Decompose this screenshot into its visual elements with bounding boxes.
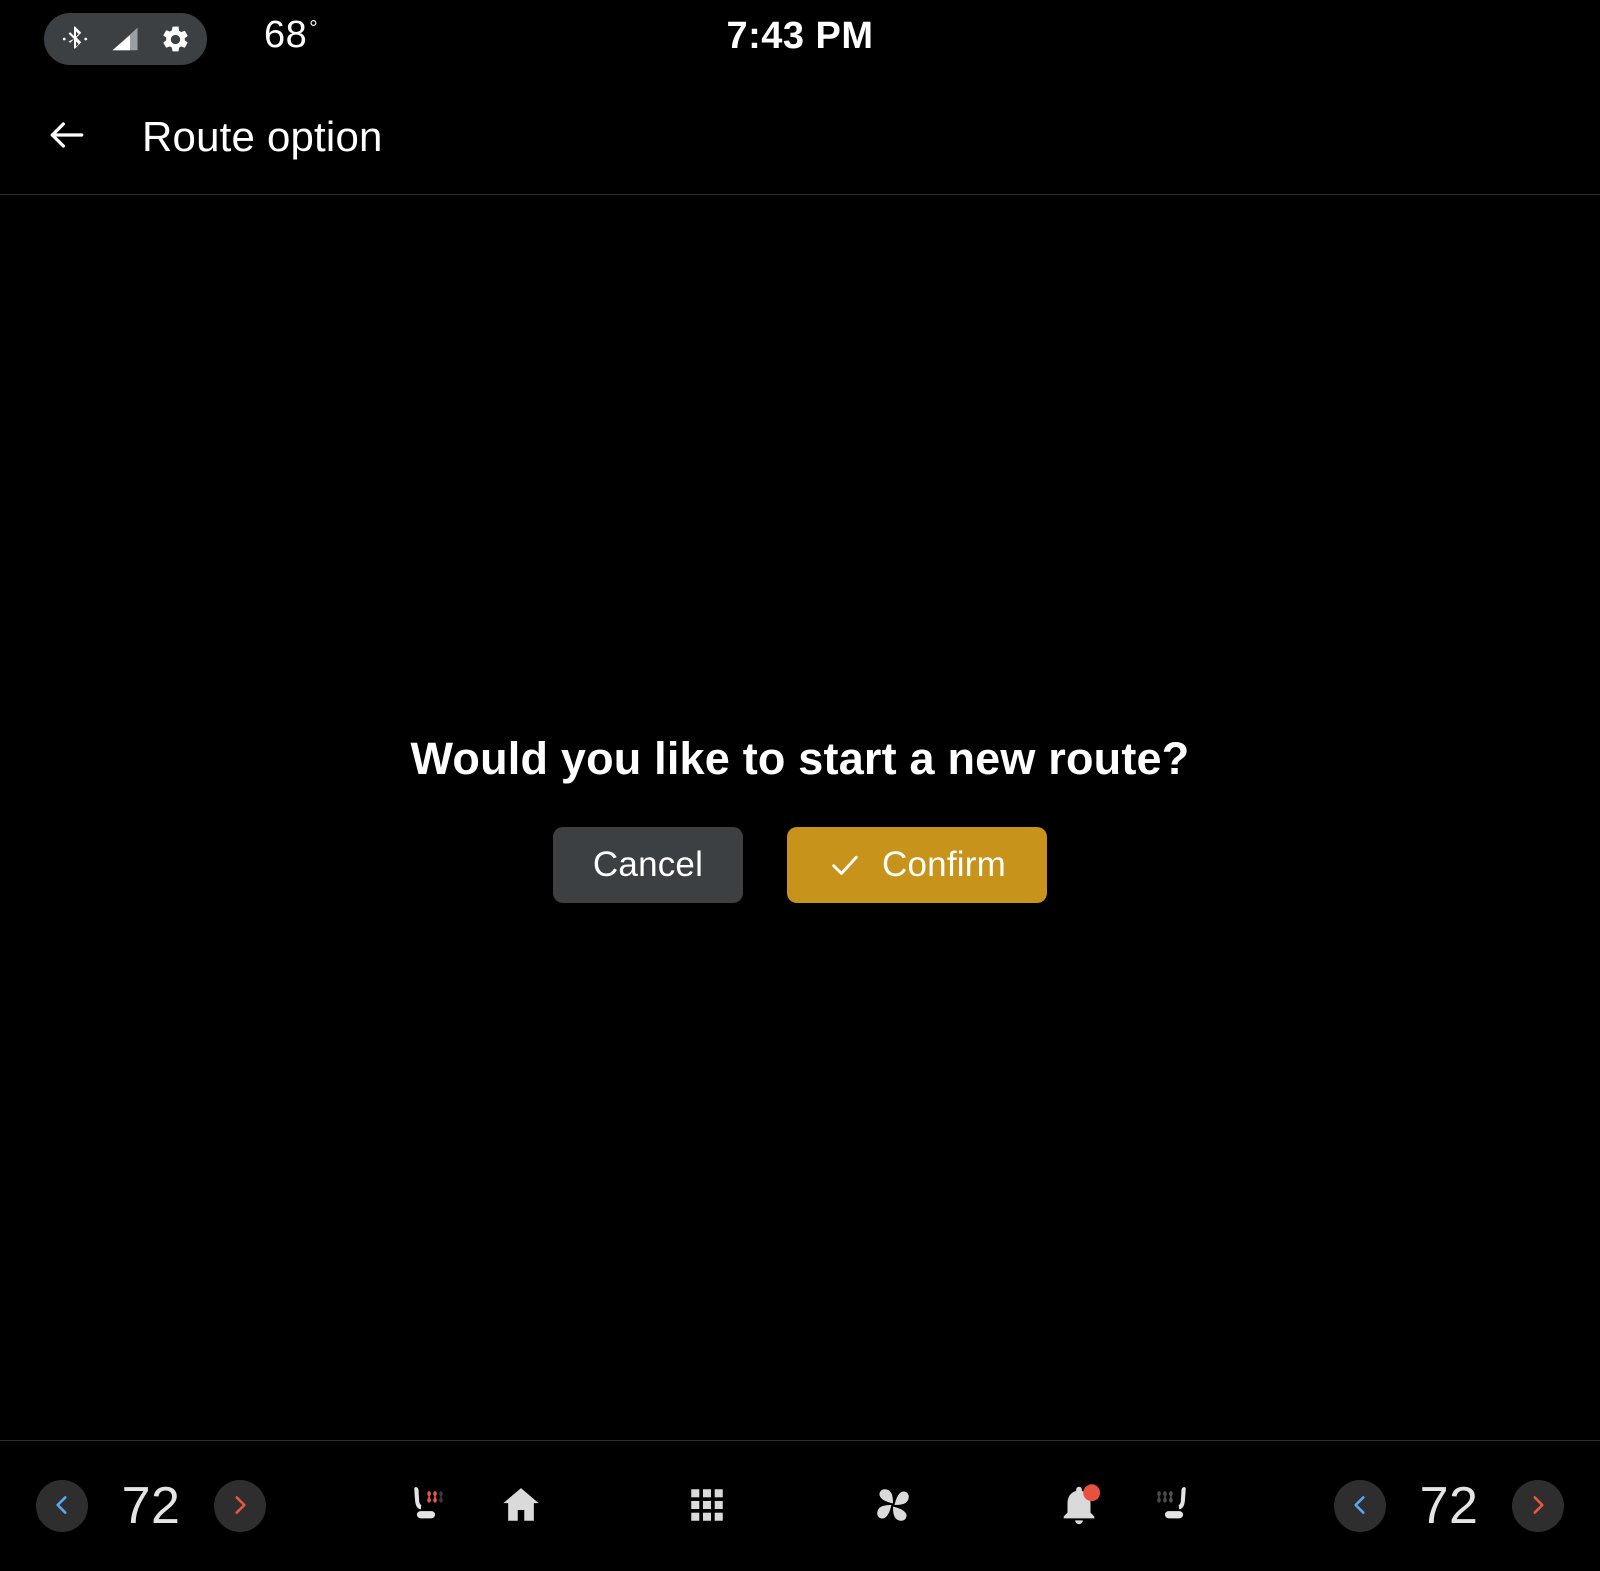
passenger-temp-decrease-button[interactable] (1334, 1480, 1386, 1532)
back-button[interactable] (44, 114, 90, 160)
status-bar: 68 ° 7:43 PM (0, 0, 1600, 80)
nav-apps-button[interactable] (672, 1472, 742, 1542)
apps-grid-icon (686, 1484, 728, 1531)
chevron-left-icon (1347, 1492, 1373, 1521)
heated-seat-icon (395, 1473, 457, 1540)
nav-home-button[interactable] (486, 1472, 556, 1542)
fan-icon (869, 1481, 917, 1534)
main-content: Would you like to start a new route? Can… (0, 195, 1600, 1440)
passenger-seat-heater-button[interactable] (1138, 1470, 1210, 1542)
heated-seat-icon (1143, 1473, 1205, 1540)
nav-climate-button[interactable] (858, 1472, 928, 1542)
driver-temp-decrease-button[interactable] (36, 1480, 88, 1532)
page-title: Route option (142, 113, 383, 160)
driver-temp-increase-button[interactable] (214, 1480, 266, 1532)
chevron-right-icon (1525, 1492, 1551, 1521)
home-icon (498, 1482, 544, 1533)
clock: 7:43 PM (726, 15, 874, 57)
passenger-climate-controls: 72 (1138, 1470, 1564, 1542)
bottom-system-bar: 72 72 (0, 1440, 1600, 1571)
nav-notifications-button[interactable] (1044, 1472, 1114, 1542)
driver-climate-controls: 72 (36, 1470, 462, 1542)
cancel-button-label: Cancel (592, 844, 704, 884)
driver-temperature-value: 72 (121, 1477, 181, 1535)
cancel-button[interactable]: Cancel (553, 826, 743, 903)
back-arrow-icon (45, 113, 89, 162)
new-route-dialog: Would you like to start a new route? Can… (0, 195, 1600, 1440)
passenger-temp-increase-button[interactable] (1512, 1480, 1564, 1532)
bell-icon (1056, 1482, 1102, 1533)
dialog-actions: Cancel Confirm (553, 826, 1047, 903)
chevron-right-icon (227, 1492, 253, 1521)
confirm-button-label: Confirm (882, 844, 1006, 884)
dialog-message: Would you like to start a new route? (410, 732, 1190, 784)
app-header: Route option (0, 80, 1600, 194)
check-icon (828, 848, 862, 882)
passenger-temperature-value: 72 (1419, 1477, 1479, 1535)
driver-seat-heater-button[interactable] (390, 1470, 462, 1542)
confirm-button[interactable]: Confirm (787, 826, 1047, 903)
chevron-left-icon (49, 1492, 75, 1521)
car-infotainment-screen: 68 ° 7:43 PM Route option Would you like… (0, 0, 1600, 1571)
